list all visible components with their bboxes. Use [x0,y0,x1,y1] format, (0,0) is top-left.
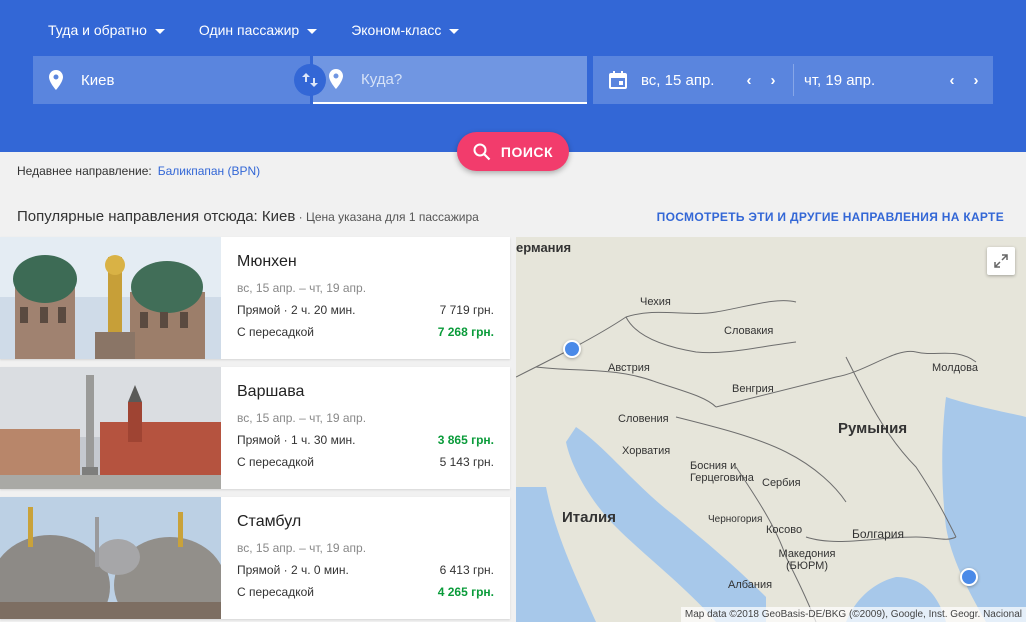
calendar-icon [609,71,627,89]
destination-info: Стамбул вс, 15 апр. – чт, 19 апр. Прямой… [221,497,510,619]
map-label-czech: Чехия [640,296,671,308]
map-label-montenegro: Черногория [708,514,763,525]
cabin-label: Эконом-класс [351,22,442,38]
destination-card[interactable]: Стамбул вс, 15 апр. – чт, 19 апр. Прямой… [0,497,510,619]
map-label-austria: Австрия [608,362,650,374]
destination-city: Мюнхен [237,253,297,270]
caret-down-icon [449,28,460,34]
caret-down-icon [154,28,165,34]
transfer-price: 4 265 грн. [437,585,494,599]
direct-price: 3 865 грн. [437,433,494,447]
map-label-hungary: Венгрия [732,383,774,395]
popular-subtitle: · Цена указана для 1 пассажира [295,210,479,224]
transfer-label: С пересадкой [237,325,314,339]
map-label-kosovo: Косово [766,524,803,536]
recent-label: Недавнее направление: [17,164,152,178]
location-pin-icon [329,69,343,89]
map-label-bulgaria: Болгария [852,527,904,541]
map-label-serbia: Сербия [762,477,801,489]
popular-title-text: Популярные направления отсюда: Киев [17,208,296,225]
view-on-map-link[interactable]: ПОСМОТРЕТЬ ЭТИ И ДРУГИЕ НАПРАВЛЕНИЯ НА К… [657,210,1004,224]
map-label-italy: Италия [562,509,616,526]
map-label-bosnia: Босния и Герцеговина [690,460,754,484]
destination-city: Стамбул [237,513,302,530]
destination-card[interactable]: Варшава вс, 15 апр. – чт, 19 апр. Прямой… [0,367,510,489]
direct-label: Прямой · 2 ч. 0 мин. [237,563,349,577]
return-date-field[interactable]: чт, 19 апр. ‹ › [804,56,988,104]
depart-date-field[interactable]: вс, 15 апр. ‹ › [593,56,785,104]
direct-row: Прямой · 2 ч. 20 мин. 7 719 грн. [237,303,494,317]
fullscreen-button[interactable] [987,247,1015,275]
depart-date-value: вс, 15 апр. [641,71,715,89]
direct-price: 7 719 грн. [439,303,494,317]
transfer-row: С пересадкой 7 268 грн. [237,325,494,339]
origin-field[interactable]: Киев [33,56,310,104]
map-label-slovakia: Словакия [724,325,774,337]
destination-photo [0,367,221,489]
destination-city: Варшава [237,383,305,400]
passengers-select[interactable]: Один пассажир [198,22,318,38]
cabin-select[interactable]: Эконом-класс [351,22,460,38]
destination-photo [0,237,221,359]
direct-row: Прямой · 1 ч. 30 мин. 3 865 грн. [237,433,494,447]
direct-row: Прямой · 2 ч. 0 мин. 6 413 грн. [237,563,494,577]
map-label-germany: ермания [516,240,572,255]
map-label-macedonia: Македония (БЮРМ) [778,548,836,572]
destination-placeholder: Куда? [361,70,403,88]
map-attribution: Map data ©2018 GeoBasis-DE/BKG (©2009), … [680,607,1026,622]
recent-destination: Недавнее направление: Баликпапан (BPN) [17,164,260,178]
destinations-map[interactable]: ермания Чехия Словакия Австрия Венгрия М… [516,237,1026,622]
search-label: ПОИСК [500,143,554,160]
map-label-croatia: Хорватия [622,445,671,457]
depart-next-button[interactable]: › [761,72,785,89]
transfer-row: С пересадкой 5 143 грн. [237,455,494,469]
direct-price: 6 413 грн. [439,563,494,577]
destination-card[interactable]: Мюнхен вс, 15 апр. – чт, 19 апр. Прямой … [0,237,510,359]
transfer-label: С пересадкой [237,585,314,599]
location-pin-icon [49,70,63,90]
map-label-albania: Албания [728,579,773,591]
dates-field: вс, 15 апр. ‹ › чт, 19 апр. ‹ › [593,56,993,104]
trip-type-label: Туда и обратно [48,22,147,38]
return-prev-button[interactable]: ‹ [940,72,964,89]
expand-icon [994,254,1008,268]
destination-dates: вс, 15 апр. – чт, 19 апр. [237,281,367,295]
destination-dates: вс, 15 апр. – чт, 19 апр. [237,541,367,555]
origin-value: Киев [81,71,115,89]
direct-label: Прямой · 2 ч. 20 мин. [237,303,356,317]
map-label-moldova: Молдова [932,362,978,374]
return-date-value: чт, 19 апр. [804,71,876,89]
transfer-row: С пересадкой 4 265 грн. [237,585,494,599]
map-background [516,237,1026,622]
date-divider [793,64,794,96]
destination-dates: вс, 15 апр. – чт, 19 апр. [237,411,367,425]
map-label-slovenia: Словения [618,413,669,425]
destination-photo [0,497,221,619]
caret-down-icon [307,28,318,34]
recent-link[interactable]: Баликпапан (BPN) [158,164,260,178]
transfer-price: 7 268 грн. [437,325,494,339]
destination-field[interactable]: Куда? [313,56,587,104]
swap-arrows-icon [302,73,318,87]
depart-prev-button[interactable]: ‹ [737,72,761,89]
return-next-button[interactable]: › [964,72,988,89]
direct-label: Прямой · 1 ч. 30 мин. [237,433,356,447]
map-marker-munich[interactable] [563,340,581,358]
map-marker-istanbul[interactable] [960,568,978,586]
swap-button[interactable] [294,64,326,96]
search-icon [473,143,491,160]
destination-info: Мюнхен вс, 15 апр. – чт, 19 апр. Прямой … [221,237,510,359]
destination-info: Варшава вс, 15 апр. – чт, 19 апр. Прямой… [221,367,510,489]
map-label-romania: Румыния [838,420,908,437]
transfer-price: 5 143 грн. [439,455,494,469]
popular-title: Популярные направления отсюда: Киев · Це… [17,208,479,225]
trip-type-select[interactable]: Туда и обратно [48,22,165,38]
transfer-label: С пересадкой [237,455,314,469]
trip-options: Туда и обратно Один пассажир Эконом-клас… [48,22,493,38]
passengers-label: Один пассажир [198,22,300,38]
search-header: Туда и обратно Один пассажир Эконом-клас… [0,0,1026,152]
search-button[interactable]: ПОИСК [457,132,569,171]
